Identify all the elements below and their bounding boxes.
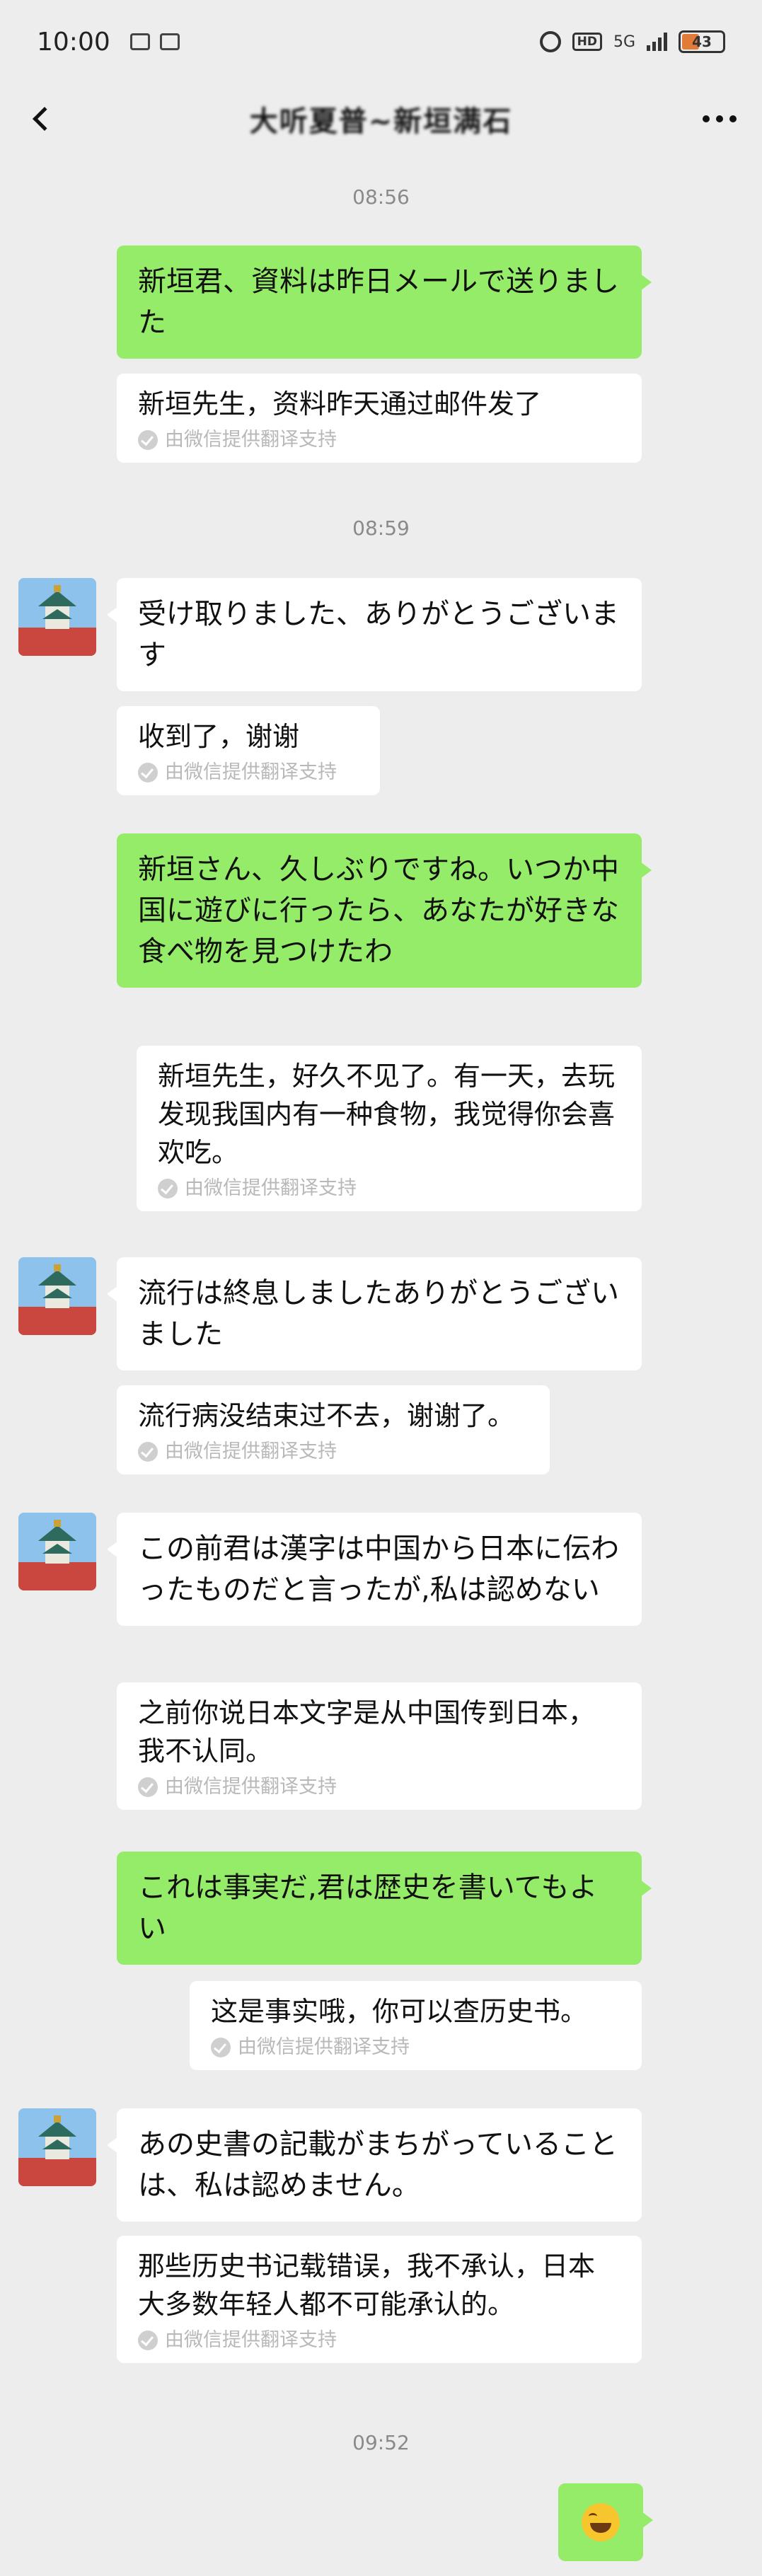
message-bubble-sent[interactable]: これは事実だ,君は歴史を書いてもよい [117, 1852, 652, 1965]
check-icon [211, 2038, 231, 2057]
translation-text: 那些历史书记载错误，我不承认，日本大多数年轻人都不可能承认的。 [138, 2251, 596, 2320]
check-icon [158, 1179, 178, 1199]
timestamp: 09:52 [352, 2431, 410, 2454]
message-bubble-sent[interactable]: 新垣さん、久しぶりですね。いつか中国に遊びに行ったら、あなたが好きな食べ物を見つ… [117, 833, 652, 988]
translation-note: 由微信提供翻译支持 [211, 2035, 620, 2060]
translation-card[interactable]: 这是事实哦，你可以查历史书。 由微信提供翻译支持 [190, 1981, 642, 2070]
translation-text: 收到了，谢谢 [138, 721, 300, 752]
chevron-left-icon [33, 107, 57, 131]
message-bubble-received[interactable]: あの史書の記載がまちがっていることは、私は認めません。 [107, 2108, 642, 2222]
back-button[interactable] [21, 99, 61, 139]
avatar[interactable] [18, 1257, 96, 1335]
avatar[interactable] [18, 2108, 96, 2186]
status-bar: 10:00 HD 5G 43 [0, 0, 762, 83]
translation-card[interactable]: 那些历史书记载错误，我不承认，日本大多数年轻人都不可能承认的。 由微信提供翻译支… [117, 2236, 642, 2363]
signal-icon [647, 33, 667, 51]
check-icon [138, 2330, 158, 2350]
chat-header: 大听夏普~新垣满石 [0, 83, 762, 154]
timestamp: 08:56 [352, 185, 410, 209]
status-time: 10:00 [37, 27, 110, 57]
status-indicators: HD 5G 43 [539, 30, 725, 53]
translation-text: 这是事实哦，你可以查历史书。 [211, 1996, 588, 2027]
more-options-button[interactable] [698, 105, 741, 133]
translation-note: 由微信提供翻译支持 [138, 2328, 620, 2353]
translation-note: 由微信提供翻译支持 [138, 1439, 529, 1465]
notification-icon [129, 33, 150, 50]
translation-note: 由微信提供翻译支持 [138, 760, 359, 785]
network-label: 5G [613, 33, 635, 51]
battery-level: 43 [692, 33, 712, 50]
translation-text: 流行病没结束过不去，谢谢了。 [138, 1400, 515, 1431]
translation-note: 由微信提供翻译支持 [138, 1774, 620, 1800]
check-icon [138, 1442, 158, 1462]
translation-card[interactable]: 之前你说日本文字是从中国传到日本，我不认同。 由微信提供翻译支持 [117, 1682, 642, 1810]
hd-icon: HD [572, 33, 602, 51]
message-bubble-received[interactable]: この前君は漢字は中国から日本に伝わったものだと言ったが,私は認めない [107, 1513, 642, 1626]
alarm-icon [539, 31, 561, 52]
translation-note: 由微信提供翻译支持 [138, 427, 620, 453]
message-bubble-received[interactable]: 受け取りました、ありがとうございます [107, 578, 642, 691]
avatar[interactable] [18, 578, 96, 656]
translation-card[interactable]: 新垣先生，好久不见了。有一天，去玩发现我国内有一种食物，我觉得你会喜欢吃。 由微… [137, 1046, 642, 1211]
message-bubble-received[interactable]: 流行は終息しましたありがとうございました [107, 1257, 642, 1370]
message-bubble-sent[interactable]: 新垣君、資料は昨日メールで送りました [117, 246, 652, 359]
translation-text: 新垣先生，资料昨天通过邮件发了 [138, 388, 542, 420]
translation-text: 之前你说日本文字是从中国传到日本，我不认同。 [138, 1697, 596, 1767]
laugh-cry-emoji-icon [582, 2503, 620, 2541]
check-icon [138, 430, 158, 450]
app-notification-icon [159, 33, 180, 50]
check-icon [138, 1777, 158, 1797]
translation-text: 新垣先生，好久不见了。有一天，去玩发现我国内有一种食物，我觉得你会喜欢吃。 [158, 1061, 616, 1168]
translation-card[interactable]: 新垣先生，资料昨天通过邮件发了 由微信提供翻译支持 [117, 374, 642, 463]
translation-card[interactable]: 收到了，谢谢 由微信提供翻译支持 [117, 706, 380, 795]
battery-icon: 43 [679, 30, 725, 53]
translation-card[interactable]: 流行病没结束过不去，谢谢了。 由微信提供翻译支持 [117, 1385, 550, 1474]
avatar[interactable] [18, 1513, 96, 1590]
chat-title: 大听夏普~新垣满石 [249, 105, 513, 138]
translation-note: 由微信提供翻译支持 [158, 1176, 620, 1201]
check-icon [138, 763, 158, 782]
message-bubble-sent-emoji[interactable] [558, 2483, 653, 2561]
timestamp: 08:59 [352, 516, 410, 540]
